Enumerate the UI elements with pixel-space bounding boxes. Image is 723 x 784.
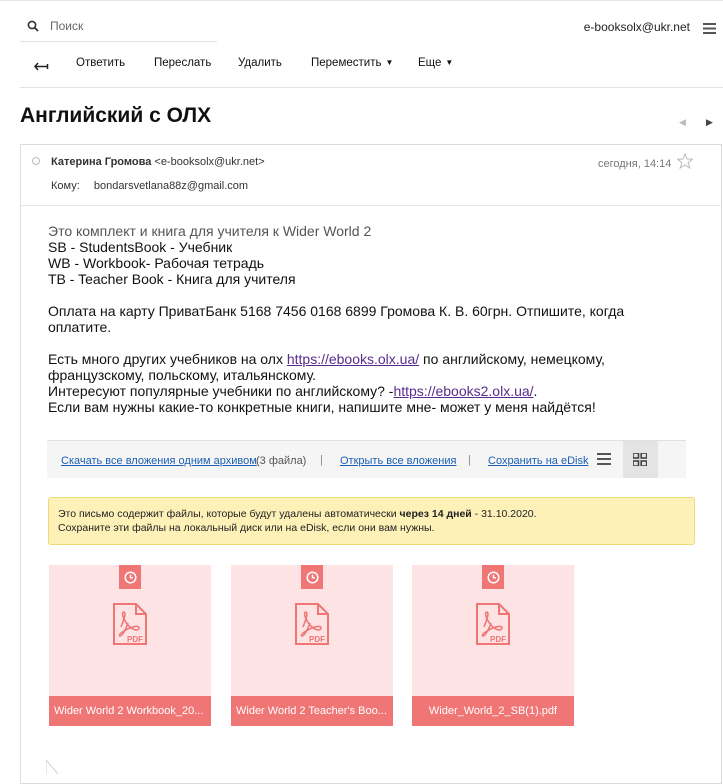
attachments-count: (3 файла) <box>256 455 307 467</box>
forward-button[interactable]: Переслать <box>154 57 211 69</box>
delete-button[interactable]: Удалить <box>238 57 282 69</box>
body-line: TB - Teacher Book - Книга для учителя <box>48 271 296 287</box>
back-arrow-icon[interactable] <box>34 58 49 76</box>
caret-down-icon: ▼ <box>445 58 454 67</box>
warning-days: через 14 дней <box>399 508 472 520</box>
star-icon[interactable] <box>676 152 694 174</box>
more-label: Еще <box>418 57 442 69</box>
ebooks2-link[interactable]: https://ebooks2.olx.ua/ <box>393 383 533 399</box>
attachments-bar: Скачать все вложения одним архивом (3 фа… <box>47 440 686 478</box>
warning-date: - 31.10.2020. <box>471 508 537 520</box>
search-icon[interactable] <box>27 19 39 37</box>
reply-notch-icon <box>45 758 60 779</box>
search-box[interactable] <box>20 12 217 42</box>
svg-text:PDF: PDF <box>127 635 143 644</box>
move-label: Переместить <box>311 57 382 69</box>
attachment-filename: Wider World 2 Workbook_20... <box>49 696 211 726</box>
expiring-clock-icon <box>119 565 141 589</box>
attachment-tile[interactable]: PDF Wider World 2 Teacher's Boo... <box>231 565 393 726</box>
more-button[interactable]: Еще ▼ <box>418 57 453 69</box>
pdf-file-icon: PDF <box>295 603 329 650</box>
sender-name: Катерина Громова <box>51 156 152 168</box>
move-button[interactable]: Переместить ▼ <box>311 57 393 69</box>
separator: | <box>468 454 471 466</box>
body-text: . <box>533 383 538 399</box>
reply-button[interactable]: Ответить <box>76 57 125 69</box>
to-label: Кому: <box>51 180 80 192</box>
attachment-filename: Wider World 2 Teacher's Boo... <box>231 696 393 726</box>
account-email[interactable]: e-booksolx@ukr.net <box>584 20 690 34</box>
hamburger-menu-icon[interactable] <box>703 21 716 39</box>
sender-email: <e-booksolx@ukr.net> <box>154 156 265 168</box>
warning-text: Это письмо содержит файлы, которые будут… <box>58 508 400 520</box>
download-all-link[interactable]: Скачать все вложения одним архивом <box>61 455 257 467</box>
body-line: Это комплект и книга для учителя к Wider… <box>48 223 372 239</box>
attachment-tile[interactable]: PDF Wider_World_2_SB(1).pdf <box>412 565 574 726</box>
recipient-email[interactable]: bondarsvetlana88z@gmail.com <box>94 180 248 192</box>
message-toolbar: Ответить Переслать Удалить Переместить ▼ … <box>20 53 720 75</box>
save-edisk-link[interactable]: Сохранить на eDisk <box>488 455 588 467</box>
attachment-filename: Wider_World_2_SB(1).pdf <box>412 696 574 726</box>
message-date: сегодня, 14:14 <box>598 158 672 170</box>
message-subject: Английский с ОЛХ <box>20 104 212 127</box>
body-line: Оплата на карту ПриватБанк 5168 7456 016… <box>48 303 625 335</box>
warning-line: Сохраните эти файлы на локальный диск ил… <box>58 522 435 534</box>
ebooks-link[interactable]: https://ebooks.olx.ua/ <box>287 351 419 367</box>
expiring-clock-icon <box>301 565 323 589</box>
warning-line: Это письмо содержит файлы, которые будут… <box>58 507 685 521</box>
separator: | <box>320 454 323 466</box>
caret-down-icon: ▼ <box>385 58 394 67</box>
pdf-file-icon: PDF <box>113 603 147 650</box>
svg-text:PDF: PDF <box>490 635 506 644</box>
toolbar-divider <box>20 87 723 88</box>
attachment-tile[interactable]: PDF Wider World 2 Workbook_20... <box>49 565 211 726</box>
expiring-clock-icon <box>482 565 504 589</box>
svg-text:PDF: PDF <box>309 635 325 644</box>
next-message-icon[interactable]: ▶ <box>706 117 713 128</box>
body-line: SB - StudentsBook - Учебник <box>48 239 233 255</box>
pdf-file-icon: PDF <box>476 603 510 650</box>
body-text: Интересуют популярные учебники по англий… <box>48 383 394 399</box>
body-line: WB - Workbook- Рабочая тетрадь <box>48 255 265 271</box>
list-view-icon[interactable] <box>597 452 611 470</box>
body-line: Если вам нужны какие-то конкретные книги… <box>48 399 596 415</box>
read-status-icon[interactable] <box>32 157 40 165</box>
top-border <box>0 0 723 1</box>
body-text: Есть много других учебников на олх <box>48 351 287 367</box>
message-body: Это комплект и книга для учителя к Wider… <box>48 223 688 415</box>
recipient-row: Кому: bondarsvetlana88z@gmail.com <box>51 180 248 192</box>
expiration-warning: Это письмо содержит файлы, которые будут… <box>48 497 695 545</box>
prev-message-icon[interactable]: ◀ <box>679 117 686 128</box>
header-divider <box>21 205 721 206</box>
grid-view-button[interactable] <box>623 441 658 478</box>
body-line: Интересуют популярные учебники по англий… <box>48 383 688 399</box>
sender-info[interactable]: Катерина Громова <e-booksolx@ukr.net> <box>51 156 265 168</box>
grid-view-icon <box>632 452 648 471</box>
open-all-link[interactable]: Открыть все вложения <box>340 455 456 467</box>
body-line: Есть много других учебников на олх https… <box>48 351 688 383</box>
search-input[interactable] <box>50 18 210 34</box>
